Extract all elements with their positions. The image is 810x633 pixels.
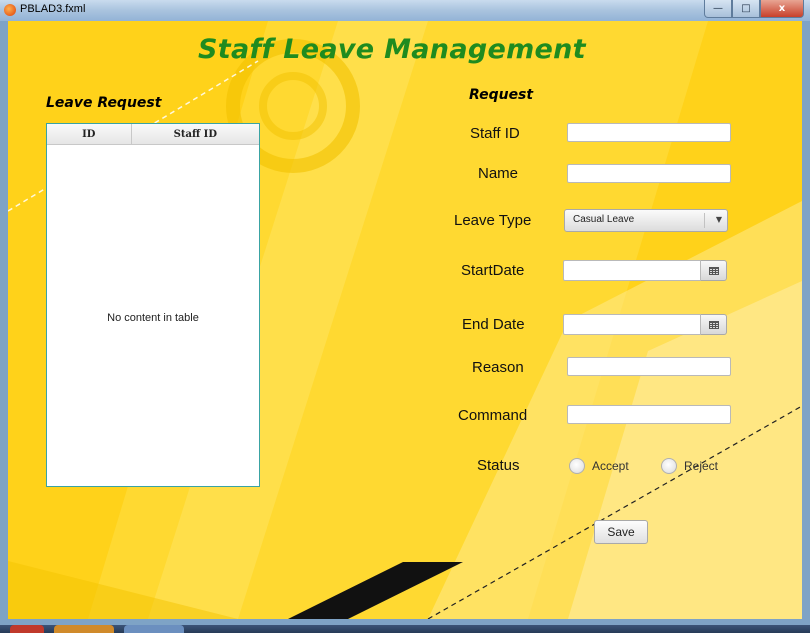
staff-id-label: Staff ID — [470, 125, 520, 142]
main-content: Staff Leave Management Leave Request Req… — [8, 21, 802, 619]
reason-input[interactable] — [567, 357, 731, 376]
request-heading: Request — [469, 87, 534, 103]
taskbar-item-start[interactable] — [10, 625, 44, 633]
table-placeholder: No content in table — [107, 312, 199, 324]
reason-label: Reason — [472, 359, 524, 376]
end-date-label: End Date — [462, 316, 525, 333]
save-button[interactable]: Save — [594, 520, 648, 544]
combo-divider — [704, 213, 705, 228]
accept-radio-circle[interactable] — [569, 458, 585, 474]
window-controls: — □ x — [704, 0, 804, 18]
calendar-icon — [708, 266, 719, 275]
calendar-icon — [708, 320, 719, 329]
leave-type-label: Leave Type — [454, 212, 532, 229]
command-label: Command — [458, 407, 528, 424]
app-icon — [4, 4, 16, 16]
end-date-input[interactable] — [563, 314, 701, 335]
leave-type-value: Casual Leave — [573, 214, 635, 225]
minimize-icon: — — [713, 3, 723, 14]
status-label: Status — [477, 457, 520, 474]
reject-radio-circle[interactable] — [661, 458, 677, 474]
end-date-picker — [563, 314, 727, 335]
close-button[interactable]: x — [760, 0, 804, 18]
start-date-label: StartDate — [461, 262, 525, 279]
name-input[interactable] — [567, 164, 731, 183]
column-header-staff-id[interactable]: Staff ID — [132, 124, 259, 144]
leave-request-heading: Leave Request — [46, 95, 162, 111]
maximize-icon: □ — [741, 3, 751, 14]
window-title: PBLAD3.fxml — [20, 3, 86, 15]
status-accept-radio[interactable]: Accept — [569, 458, 629, 474]
title-bar[interactable]: PBLAD3.fxml — □ x — [0, 0, 810, 21]
table-header: ID Staff ID — [47, 124, 259, 145]
leave-type-select[interactable]: Casual Leave ▼ — [564, 209, 728, 232]
reject-radio-label[interactable]: Reject — [684, 459, 718, 473]
column-header-id[interactable]: ID — [47, 124, 132, 144]
app-window: PBLAD3.fxml — □ x Staff Leave Management… — [0, 0, 810, 625]
leave-request-table[interactable]: ID Staff ID No content in table — [46, 123, 260, 487]
start-date-input[interactable] — [563, 260, 701, 281]
end-date-calendar-button[interactable] — [701, 314, 727, 335]
app-title: Staff Leave Management — [198, 34, 586, 65]
status-reject-radio[interactable]: Reject — [661, 458, 718, 474]
maximize-button[interactable]: □ — [732, 0, 760, 18]
command-input[interactable] — [567, 405, 731, 424]
taskbar-item-window[interactable] — [124, 625, 184, 633]
minimize-button[interactable]: — — [704, 0, 732, 18]
chevron-down-icon: ▼ — [715, 215, 722, 224]
taskbar — [0, 625, 810, 633]
staff-id-input[interactable] — [567, 123, 731, 142]
taskbar-item-app[interactable] — [54, 625, 114, 633]
start-date-calendar-button[interactable] — [701, 260, 727, 281]
close-icon: x — [778, 3, 786, 14]
name-label: Name — [478, 165, 519, 182]
start-date-picker — [563, 260, 727, 281]
accept-radio-label[interactable]: Accept — [592, 459, 629, 473]
